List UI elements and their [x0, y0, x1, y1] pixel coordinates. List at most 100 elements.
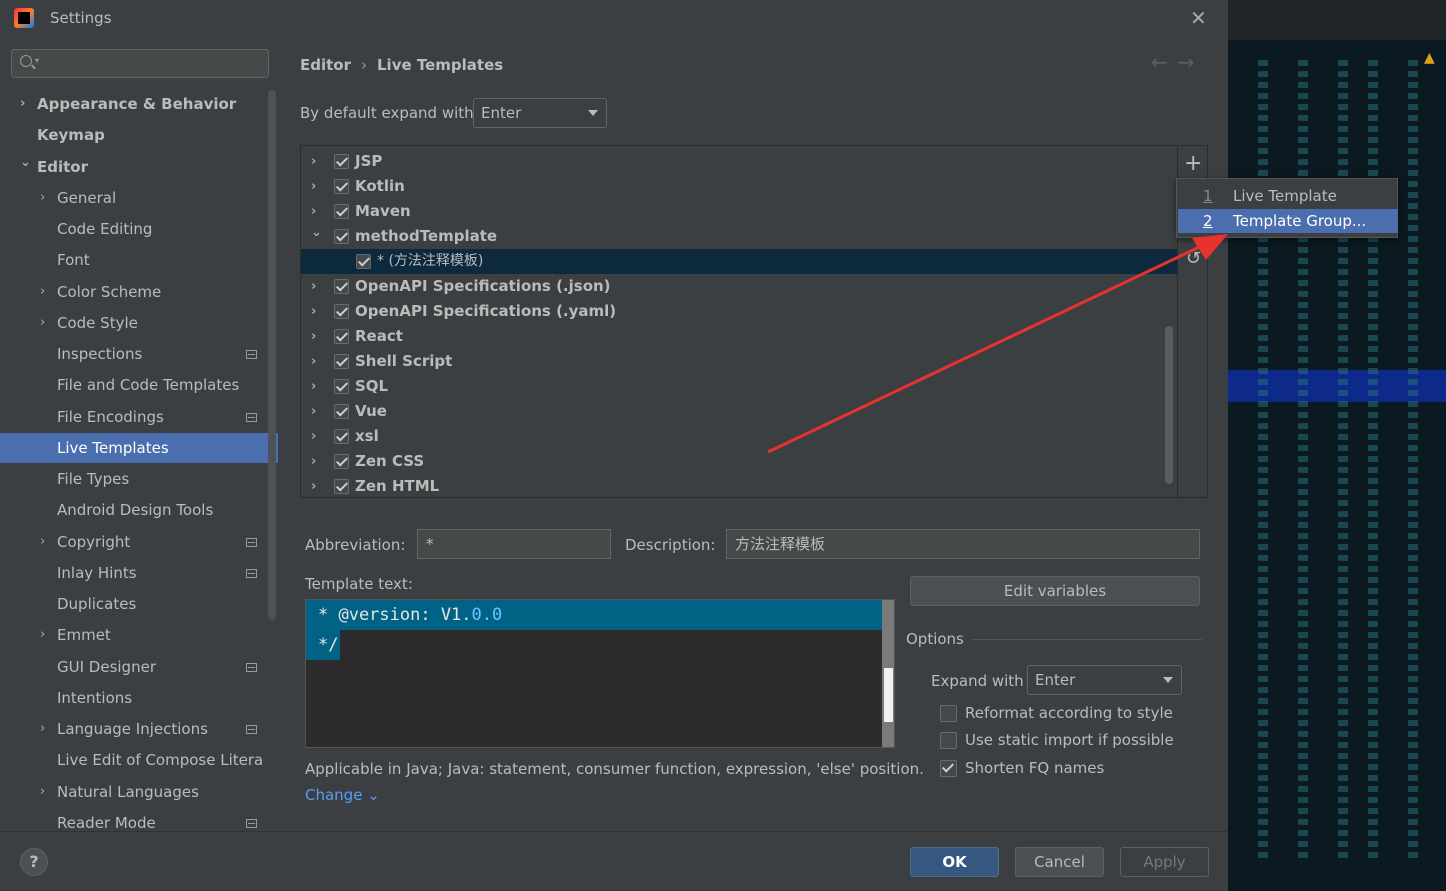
template-group[interactable]: › Maven: [301, 199, 1177, 224]
sidebar-item-label: Font: [57, 251, 90, 270]
chevron-down-icon[interactable]: ⌄: [20, 148, 31, 178]
ok-button[interactable]: OK: [910, 847, 999, 877]
description-field[interactable]: 方法注释模板: [726, 529, 1200, 559]
chevron-right-icon[interactable]: ›: [40, 308, 45, 338]
template-checkbox[interactable]: [334, 304, 349, 319]
sidebar-item-label: Duplicates: [57, 595, 137, 613]
chevron-right-icon[interactable]: ›: [311, 174, 316, 199]
chevron-right-icon[interactable]: ›: [311, 399, 316, 424]
template-checkbox[interactable]: [334, 154, 349, 169]
chevron-right-icon[interactable]: ›: [40, 277, 45, 307]
chevron-right-icon[interactable]: ›: [40, 777, 45, 807]
chevron-right-icon[interactable]: ›: [311, 274, 316, 299]
sidebar-item[interactable]: › Natural Languages: [0, 777, 278, 807]
sidebar-item-label: Inspections: [57, 345, 143, 363]
sidebar-item[interactable]: Inspections: [0, 339, 278, 369]
change-context-link[interactable]: Change ⌄: [305, 786, 380, 804]
sidebar-item[interactable]: File Encodings: [0, 402, 278, 432]
chevron-right-icon[interactable]: ›: [40, 527, 45, 557]
sidebar-item[interactable]: Intentions: [0, 683, 278, 713]
sidebar-item[interactable]: Keymap: [0, 120, 278, 150]
edit-variables-button[interactable]: Edit variables: [910, 576, 1200, 606]
back-arrow-icon[interactable]: ←: [1151, 50, 1178, 74]
sidebar-item[interactable]: › General: [0, 183, 278, 213]
close-icon[interactable]: ✕: [1190, 6, 1207, 30]
static-import-checkbox[interactable]: [940, 732, 957, 749]
template-group[interactable]: › Zen HTML: [301, 474, 1177, 497]
sidebar-item-label: General: [57, 188, 117, 207]
sidebar-item-label: File Encodings: [57, 407, 164, 426]
popup-item-live-template[interactable]: 1 Live Template: [1178, 184, 1398, 208]
chevron-down-icon[interactable]: ⌄: [311, 220, 322, 245]
template-group[interactable]: › Kotlin: [301, 174, 1177, 199]
shorten-fq-checkbox[interactable]: [940, 760, 957, 777]
sidebar-item[interactable]: Reader Mode: [0, 808, 278, 831]
template-label: JSP: [355, 152, 383, 170]
sidebar-item[interactable]: File and Code Templates: [0, 370, 278, 400]
sidebar-item[interactable]: Live Templates: [0, 432, 278, 463]
template-checkbox[interactable]: [334, 454, 349, 469]
chevron-right-icon[interactable]: ›: [311, 299, 316, 324]
sidebar-item[interactable]: Code Editing: [0, 214, 278, 244]
annotation-arrow-line: [767, 240, 1211, 454]
project-scope-icon: [246, 412, 257, 422]
template-checkbox[interactable]: [334, 179, 349, 194]
chevron-right-icon[interactable]: ›: [311, 474, 316, 497]
abbreviation-field[interactable]: *: [417, 529, 611, 559]
chevron-right-icon[interactable]: ›: [311, 349, 316, 374]
sidebar-item-label: Android Design Tools: [57, 501, 214, 520]
sidebar-item[interactable]: Duplicates: [0, 589, 278, 619]
chevron-right-icon[interactable]: ›: [311, 449, 316, 474]
template-checkbox[interactable]: [334, 354, 349, 369]
template-checkbox[interactable]: [334, 379, 349, 394]
add-icon[interactable]: +: [1184, 153, 1202, 175]
cancel-button[interactable]: Cancel: [1015, 847, 1104, 877]
sidebar-item[interactable]: Font: [0, 245, 278, 275]
chevron-right-icon[interactable]: ›: [20, 89, 25, 119]
help-icon[interactable]: ?: [20, 848, 48, 876]
sidebar-item[interactable]: › Color Scheme: [0, 277, 278, 307]
reformat-checkbox[interactable]: [940, 705, 957, 722]
sidebar-item[interactable]: GUI Designer: [0, 652, 278, 682]
template-group[interactable]: › JSP: [301, 149, 1177, 174]
project-scope-icon: [246, 662, 257, 672]
expand-with-select[interactable]: Enter: [1027, 665, 1182, 695]
chevron-down-icon: ▾: [35, 56, 40, 65]
template-checkbox[interactable]: [334, 404, 349, 419]
chevron-right-icon[interactable]: ›: [40, 183, 45, 213]
sidebar-scrollbar[interactable]: [268, 90, 276, 620]
template-text-editor[interactable]: * @version: V1.0.0 */: [305, 599, 895, 748]
background-toolbar: [1228, 0, 1446, 40]
sidebar-item[interactable]: File Types: [0, 464, 278, 494]
chevron-right-icon[interactable]: ›: [311, 374, 316, 399]
template-checkbox[interactable]: [334, 229, 349, 244]
default-expand-select[interactable]: Enter: [473, 98, 607, 128]
chevron-right-icon[interactable]: ›: [311, 149, 316, 174]
editor-scrollbar-thumb[interactable]: [884, 668, 893, 722]
sidebar-item[interactable]: ⌄ Editor: [0, 152, 278, 182]
chevron-right-icon[interactable]: ›: [40, 714, 45, 744]
template-checkbox[interactable]: [334, 279, 349, 294]
sidebar-item[interactable]: Android Design Tools: [0, 495, 278, 525]
sidebar-item[interactable]: Inlay Hints: [0, 558, 278, 588]
sidebar-item[interactable]: › Appearance & Behavior: [0, 89, 278, 119]
template-checkbox[interactable]: [334, 204, 349, 219]
apply-button[interactable]: Apply: [1120, 847, 1209, 877]
chevron-right-icon[interactable]: ›: [40, 620, 45, 650]
breadcrumb-parent[interactable]: Editor: [300, 56, 351, 74]
template-checkbox[interactable]: [356, 254, 371, 269]
sidebar-item[interactable]: › Language Injections: [0, 714, 278, 744]
sidebar-item[interactable]: › Code Style: [0, 308, 278, 338]
template-checkbox[interactable]: [334, 329, 349, 344]
sidebar-item[interactable]: › Copyright: [0, 527, 278, 557]
sidebar-item-label: GUI Designer: [57, 657, 156, 676]
sidebar-item[interactable]: Live Edit of Compose Litera: [0, 745, 278, 775]
template-checkbox[interactable]: [334, 429, 349, 444]
sidebar-item[interactable]: › Emmet: [0, 620, 278, 650]
search-input[interactable]: ▾: [11, 49, 269, 78]
sidebar-item-label: Natural Languages: [57, 782, 199, 801]
forward-arrow-icon[interactable]: →: [1178, 50, 1205, 74]
template-checkbox[interactable]: [334, 479, 349, 494]
chevron-right-icon[interactable]: ›: [311, 424, 316, 449]
chevron-right-icon[interactable]: ›: [311, 324, 316, 349]
